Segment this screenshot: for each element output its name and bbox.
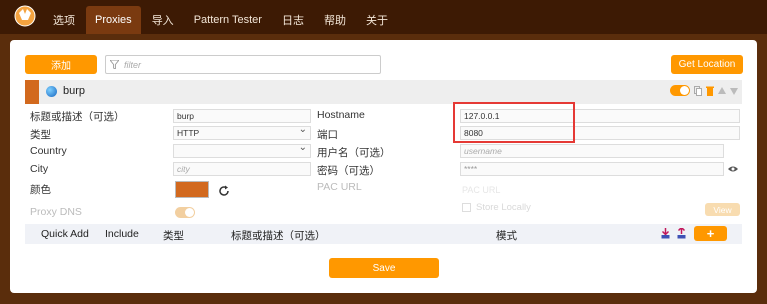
- col-pattern: 模式: [496, 230, 517, 242]
- add-proxy-button[interactable]: 添加: [25, 55, 97, 74]
- store-locally-checkbox[interactable]: [462, 203, 471, 212]
- tab-options[interactable]: 选项: [44, 6, 84, 34]
- patterns-table-header: Quick Add Include 类型 标题或描述（可选） 模式 +: [25, 224, 742, 244]
- tab-about[interactable]: 关于: [357, 6, 397, 34]
- highlight-box: [453, 102, 575, 143]
- city-input[interactable]: city: [173, 162, 311, 176]
- color-picker[interactable]: [175, 181, 209, 198]
- duplicate-icon[interactable]: [694, 85, 702, 96]
- tab-import[interactable]: 导入: [143, 6, 183, 34]
- top-nav: 选项 Proxies 导入 Pattern Tester 日志 帮助 关于: [0, 0, 767, 34]
- globe-icon: [46, 86, 57, 97]
- add-pattern-button[interactable]: +: [694, 226, 727, 241]
- country-label: Country: [30, 145, 67, 157]
- move-down-icon[interactable]: [730, 86, 738, 96]
- tab-log[interactable]: 日志: [273, 6, 313, 34]
- username-input[interactable]: username: [460, 144, 724, 158]
- save-button[interactable]: Save: [329, 258, 439, 278]
- filter-placeholder: filter: [124, 59, 142, 70]
- col-include: Include: [105, 228, 139, 240]
- hostname-label: Hostname: [317, 109, 365, 121]
- title-label: 标题或描述（可选）: [30, 111, 125, 123]
- show-password-eye-icon[interactable]: [728, 165, 738, 173]
- get-location-button[interactable]: Get Location: [671, 55, 743, 74]
- proxy-dns-label: Proxy DNS: [30, 206, 82, 218]
- type-select[interactable]: HTTP: [173, 124, 311, 140]
- proxy-dns-toggle[interactable]: [175, 207, 195, 218]
- refresh-icon[interactable]: [218, 185, 230, 197]
- col-type: 类型: [163, 230, 184, 242]
- tab-pattern-tester[interactable]: Pattern Tester: [185, 6, 271, 34]
- delete-icon[interactable]: [706, 86, 714, 96]
- import-patterns-icon[interactable]: [661, 228, 670, 239]
- tab-help[interactable]: 帮助: [315, 6, 355, 34]
- export-patterns-icon[interactable]: [677, 228, 686, 239]
- store-locally-label: Store Locally: [476, 202, 531, 213]
- view-pac-button[interactable]: View: [705, 203, 740, 216]
- tab-proxies[interactable]: Proxies: [86, 6, 141, 34]
- col-title: 标题或描述（可选）: [231, 230, 326, 242]
- country-select[interactable]: [173, 142, 311, 158]
- port-label: 端口: [317, 129, 338, 141]
- pac-url-label: PAC URL: [317, 181, 362, 193]
- proxy-header[interactable]: burp: [25, 80, 742, 104]
- pac-url-input[interactable]: PAC URL: [462, 185, 500, 195]
- password-label: 密码（可选）: [317, 165, 380, 177]
- title-input[interactable]: burp: [173, 109, 311, 123]
- proxies-panel: 添加 filter Get Location burp 标题或描述（可选） bu…: [10, 40, 757, 293]
- proxy-title: burp: [63, 85, 86, 97]
- city-label: City: [30, 163, 49, 175]
- move-up-icon[interactable]: [718, 86, 726, 96]
- col-quick-add: Quick Add: [41, 228, 89, 240]
- username-label: 用户名（可选）: [317, 147, 391, 159]
- filter-input[interactable]: filter: [105, 55, 381, 74]
- filter-icon: [110, 60, 119, 69]
- password-input[interactable]: ****: [460, 162, 724, 176]
- proxy-color-swatch: [25, 80, 39, 104]
- color-label: 颜色: [30, 184, 51, 196]
- foxyproxy-logo-icon: [12, 3, 38, 29]
- type-label: 类型: [30, 129, 51, 141]
- proxy-enabled-toggle[interactable]: [670, 85, 690, 96]
